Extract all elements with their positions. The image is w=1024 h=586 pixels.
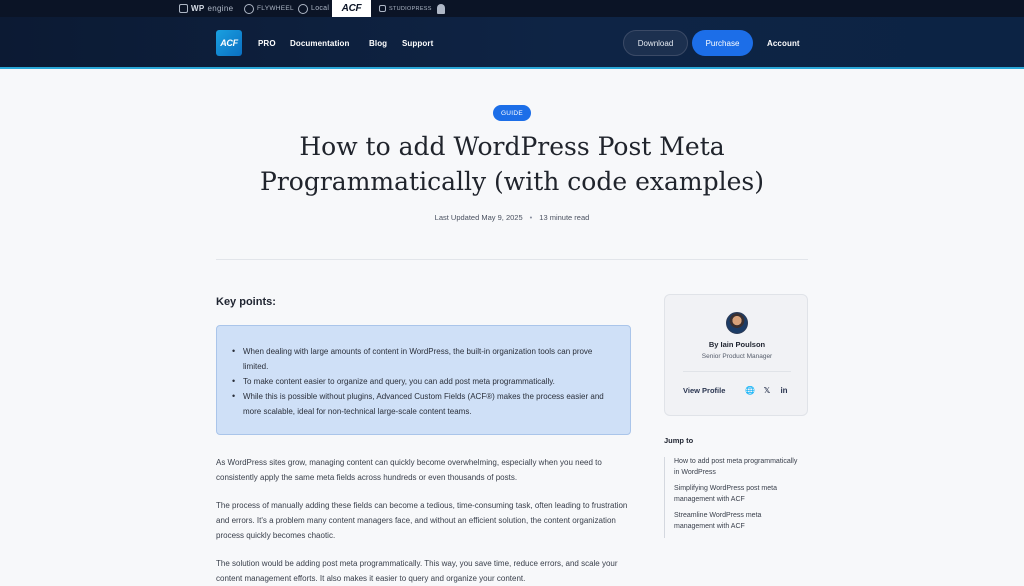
linkedin-icon[interactable]: in (779, 385, 789, 395)
key-point-item: To make content easier to organize and q… (232, 374, 616, 389)
genesis-logo-icon (437, 3, 445, 14)
author-card: By Iain Poulson Senior Product Manager V… (664, 294, 808, 416)
studiopress-label: STUDIOPRESS (389, 5, 432, 12)
read-time: 13 minute read (539, 213, 590, 222)
nav-link-documentation[interactable]: Documentation (290, 17, 350, 69)
view-profile-link[interactable]: View Profile (683, 386, 725, 395)
nav-link-support[interactable]: Support (402, 17, 433, 69)
body-paragraph: The solution would be adding post meta p… (216, 559, 618, 583)
article-meta: Last Updated May 9, 2025 • 13 minute read (0, 213, 1024, 222)
acf-logo[interactable]: ACF (216, 30, 242, 56)
jump-to-link[interactable]: How to add post meta programmatically in… (674, 457, 804, 478)
body-paragraph: The process of manually adding these fie… (216, 501, 628, 540)
studiopress-brand-link[interactable]: STUDIOPRESS (379, 0, 432, 17)
jump-to-link[interactable]: Simplifying WordPress post meta manageme… (674, 484, 804, 505)
meta-separator: • (529, 213, 533, 222)
local-logo-icon (298, 3, 308, 14)
globe-icon[interactable]: 🌐 (745, 385, 755, 395)
studiopress-logo-icon (379, 5, 386, 12)
purchase-button[interactable]: Purchase (692, 30, 753, 56)
jump-to-link[interactable]: Streamline WordPress meta management wit… (674, 511, 804, 532)
body-paragraph: As WordPress sites grow, managing conten… (216, 458, 602, 482)
download-button[interactable]: Download (623, 30, 688, 56)
account-link[interactable]: Account (767, 17, 800, 69)
key-points-callout: When dealing with large amounts of conte… (216, 325, 631, 435)
wpengine-wp-text: WP (191, 4, 205, 13)
author-role: Senior Product Manager (701, 353, 773, 360)
page-title: How to add WordPress Post Meta Programma… (260, 132, 764, 196)
last-updated: Last Updated May 9, 2025 (434, 213, 523, 222)
guide-badge[interactable]: GUIDE (493, 105, 531, 121)
avatar (726, 312, 748, 334)
flywheel-label: FLYWHEEL (257, 5, 294, 12)
key-point-item: When dealing with large amounts of conte… (232, 344, 616, 374)
local-brand-link[interactable]: Local (298, 0, 329, 17)
brand-strip: WP engine FLYWHEEL Local ACF STUDIOPRESS (0, 0, 1024, 17)
key-points-heading: Key points: (216, 296, 276, 308)
wpengine-brand-link[interactable]: WP engine (179, 0, 233, 17)
key-points-list: When dealing with large amounts of conte… (232, 344, 616, 419)
key-point-item: While this is possible without plugins, … (232, 389, 616, 419)
nav-link-pro[interactable]: PRO (258, 17, 276, 69)
genesis-brand-link[interactable] (437, 0, 445, 17)
acf-brand-tab[interactable]: ACF (332, 0, 371, 17)
flywheel-logo-icon (244, 3, 254, 14)
jump-to-heading: Jump to (664, 436, 694, 445)
nav-link-blog[interactable]: Blog (369, 17, 387, 69)
main-nav: ACF PRO Documentation Blog Support Downl… (0, 17, 1024, 69)
hero-divider (216, 259, 808, 260)
flywheel-brand-link[interactable]: FLYWHEEL (244, 0, 294, 17)
author-divider (683, 371, 791, 372)
acf-brand-label: ACF (341, 3, 362, 14)
local-label: Local (311, 5, 330, 12)
wpengine-logo-icon (179, 4, 188, 13)
author-name: By Iain Poulson (708, 340, 766, 349)
x-icon[interactable]: 𝕏 (762, 385, 772, 395)
wpengine-rest-text: engine (207, 4, 234, 13)
jump-to-list: How to add post meta programmatically in… (664, 457, 804, 538)
